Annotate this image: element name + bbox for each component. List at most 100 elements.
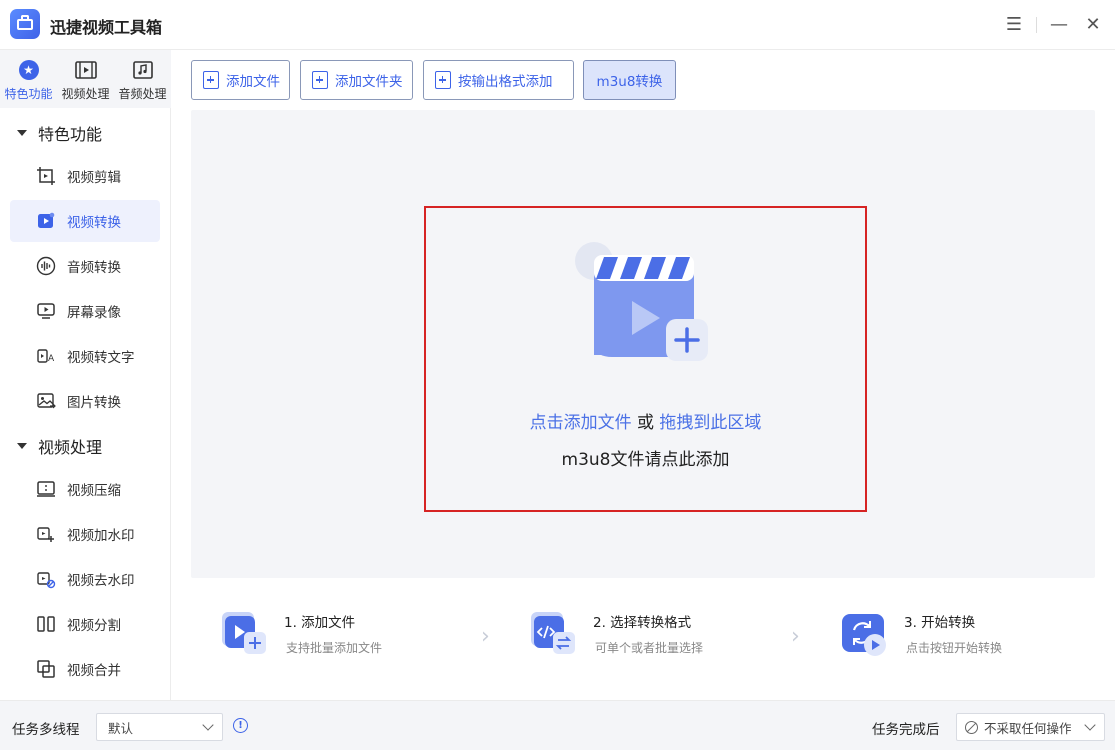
chevron-down-icon bbox=[202, 719, 214, 731]
sidebar-item-audio-convert[interactable]: 音频转换 bbox=[10, 245, 160, 287]
crop-video-icon bbox=[35, 165, 57, 187]
group-video-processing-label: 视频处理 bbox=[38, 438, 103, 457]
sidebar-item-label: 音频转换 bbox=[67, 260, 121, 276]
sidebar-item-video-edit[interactable]: 视频剪辑 bbox=[10, 155, 160, 197]
or-text: 或 bbox=[637, 413, 654, 433]
title-bar: 迅捷视频工具箱 ☰ — ✕ bbox=[0, 0, 1115, 50]
step-add-file: 1. 添加文件 支持批量添加文件 bbox=[220, 604, 460, 664]
m3u8-convert-button[interactable]: m3u8转换 bbox=[583, 60, 676, 100]
sidebar-item-video-convert[interactable]: 视频转换 bbox=[10, 200, 160, 242]
after-task-select[interactable]: 不采取任何操作 bbox=[956, 713, 1105, 741]
sidebar-item-label: 视频转换 bbox=[67, 215, 121, 231]
sidebar-item-label: 视频剪辑 bbox=[67, 170, 121, 186]
merge-icon bbox=[35, 658, 57, 680]
sidebar-item-video-split[interactable]: 视频分割 bbox=[10, 603, 160, 645]
sidebar-item-video-merge[interactable]: 视频合并 bbox=[10, 648, 160, 690]
dropzone-instruction: 点击添加文件 或 拖拽到此区域 bbox=[426, 408, 865, 433]
step-convert-icon bbox=[840, 608, 888, 658]
tab-video-processing-label: 视频处理 bbox=[61, 87, 110, 101]
tab-audio-processing[interactable]: 音频处理 bbox=[114, 50, 171, 108]
step-2-title: 2. 选择转换格式 bbox=[593, 615, 692, 631]
m3u8-hint-link[interactable]: m3u8文件请点此添加 bbox=[426, 445, 865, 470]
add-folder-button[interactable]: 添加文件夹 bbox=[300, 60, 413, 100]
tab-video-processing[interactable]: 视频处理 bbox=[57, 50, 114, 108]
step-start-convert: 3. 开始转换 点击按钮开始转换 bbox=[840, 604, 1080, 664]
sidebar-item-screen-record[interactable]: 屏幕录像 bbox=[10, 290, 160, 332]
svg-text:A: A bbox=[48, 354, 55, 364]
category-tabs: ★ 特色功能 视频处理 音频处理 bbox=[0, 50, 171, 108]
multithread-value: 默认 bbox=[108, 720, 134, 736]
sidebar-item-video-to-text[interactable]: A 视频转文字 bbox=[10, 335, 160, 377]
title-divider bbox=[1036, 17, 1037, 33]
click-add-file-link[interactable]: 点击添加文件 bbox=[530, 413, 632, 433]
menu-icon[interactable]: ☰ bbox=[1002, 12, 1026, 36]
sidebar-item-video-compress[interactable]: 视频压缩 bbox=[10, 468, 160, 510]
drag-here-link[interactable]: 拖拽到此区域 bbox=[659, 413, 761, 433]
chevron-down-icon bbox=[1084, 719, 1096, 731]
sidebar-item-remove-watermark[interactable]: 视频去水印 bbox=[10, 558, 160, 600]
add-watermark-icon bbox=[35, 523, 57, 545]
step-3-title: 3. 开始转换 bbox=[904, 615, 976, 631]
sidebar-item-image-convert[interactable]: 图片转换 bbox=[10, 380, 160, 422]
step-3-subtitle: 点击按钮开始转换 bbox=[906, 641, 1003, 655]
bottom-bar: 任务多线程 默认 任务完成后 不采取任何操作 bbox=[0, 700, 1115, 750]
close-icon[interactable]: ✕ bbox=[1081, 12, 1105, 36]
sidebar-item-label: 视频转文字 bbox=[67, 350, 135, 366]
sidebar-item-label: 视频分割 bbox=[67, 618, 121, 634]
m3u8-convert-label: m3u8转换 bbox=[596, 74, 663, 90]
sidebar-item-label: 图片转换 bbox=[67, 395, 121, 411]
info-icon[interactable]: ! bbox=[233, 718, 248, 733]
step-choose-format: 2. 选择转换格式 可单个或者批量选择 bbox=[529, 604, 769, 664]
app-logo-icon bbox=[10, 9, 40, 39]
sidebar-item-add-watermark[interactable]: 视频加水印 bbox=[10, 513, 160, 555]
tab-featured-label: 特色功能 bbox=[4, 87, 53, 101]
add-file-label: 添加文件 bbox=[226, 74, 280, 90]
caret-down-icon bbox=[17, 130, 27, 136]
audio-wave-icon bbox=[35, 255, 57, 277]
compress-icon bbox=[35, 478, 57, 500]
sidebar-item-label: 视频加水印 bbox=[67, 528, 135, 544]
step-1-subtitle: 支持批量添加文件 bbox=[286, 641, 383, 655]
add-folder-icon bbox=[312, 71, 328, 89]
step-add-file-icon bbox=[220, 608, 268, 658]
add-by-format-button[interactable]: 按输出格式添加 bbox=[423, 60, 574, 100]
add-file-icon bbox=[203, 71, 219, 89]
image-convert-icon bbox=[35, 390, 57, 412]
remove-watermark-icon bbox=[35, 568, 57, 590]
multithread-label: 任务多线程 bbox=[12, 722, 80, 738]
dropzone[interactable]: 点击添加文件 或 拖拽到此区域 m3u8文件请点此添加 bbox=[424, 206, 867, 512]
video-add-icon bbox=[574, 241, 714, 366]
multithread-select[interactable]: 默认 bbox=[96, 713, 223, 741]
video-convert-icon bbox=[35, 210, 57, 232]
sidebar: ★ 特色功能 视频处理 音频处理 特色功能 视频剪辑 视频转换 音频转换 屏幕录… bbox=[0, 50, 171, 700]
tab-audio-processing-label: 音频处理 bbox=[118, 87, 167, 101]
step-format-icon bbox=[529, 608, 577, 658]
video-to-text-icon: A bbox=[35, 345, 57, 367]
music-icon bbox=[132, 59, 154, 81]
chevron-right-icon: › bbox=[481, 624, 490, 649]
sidebar-item-label: 视频合并 bbox=[67, 663, 121, 679]
caret-down-icon bbox=[17, 443, 27, 449]
app-title: 迅捷视频工具箱 bbox=[50, 18, 163, 37]
after-task-label: 任务完成后 bbox=[872, 722, 940, 738]
star-icon: ★ bbox=[18, 60, 39, 80]
group-featured[interactable]: 特色功能 bbox=[0, 115, 171, 151]
film-icon bbox=[74, 59, 97, 81]
group-featured-label: 特色功能 bbox=[38, 125, 103, 144]
sidebar-item-label: 视频压缩 bbox=[67, 483, 121, 499]
minimize-icon[interactable]: — bbox=[1047, 12, 1071, 36]
split-icon bbox=[35, 613, 57, 635]
add-by-format-label: 按输出格式添加 bbox=[458, 74, 553, 90]
sidebar-item-label: 视频去水印 bbox=[67, 573, 135, 589]
screen-record-icon bbox=[35, 300, 57, 322]
tab-featured[interactable]: ★ 特色功能 bbox=[0, 50, 57, 108]
after-task-value: 不采取任何操作 bbox=[984, 720, 1072, 736]
step-2-subtitle: 可单个或者批量选择 bbox=[595, 641, 704, 655]
add-by-format-icon bbox=[435, 71, 451, 89]
step-1-title: 1. 添加文件 bbox=[284, 615, 356, 631]
chevron-right-icon: › bbox=[791, 624, 800, 649]
group-video-processing[interactable]: 视频处理 bbox=[0, 428, 171, 464]
add-folder-label: 添加文件夹 bbox=[335, 74, 403, 90]
add-file-button[interactable]: 添加文件 bbox=[191, 60, 290, 100]
sidebar-item-label: 屏幕录像 bbox=[67, 305, 121, 321]
